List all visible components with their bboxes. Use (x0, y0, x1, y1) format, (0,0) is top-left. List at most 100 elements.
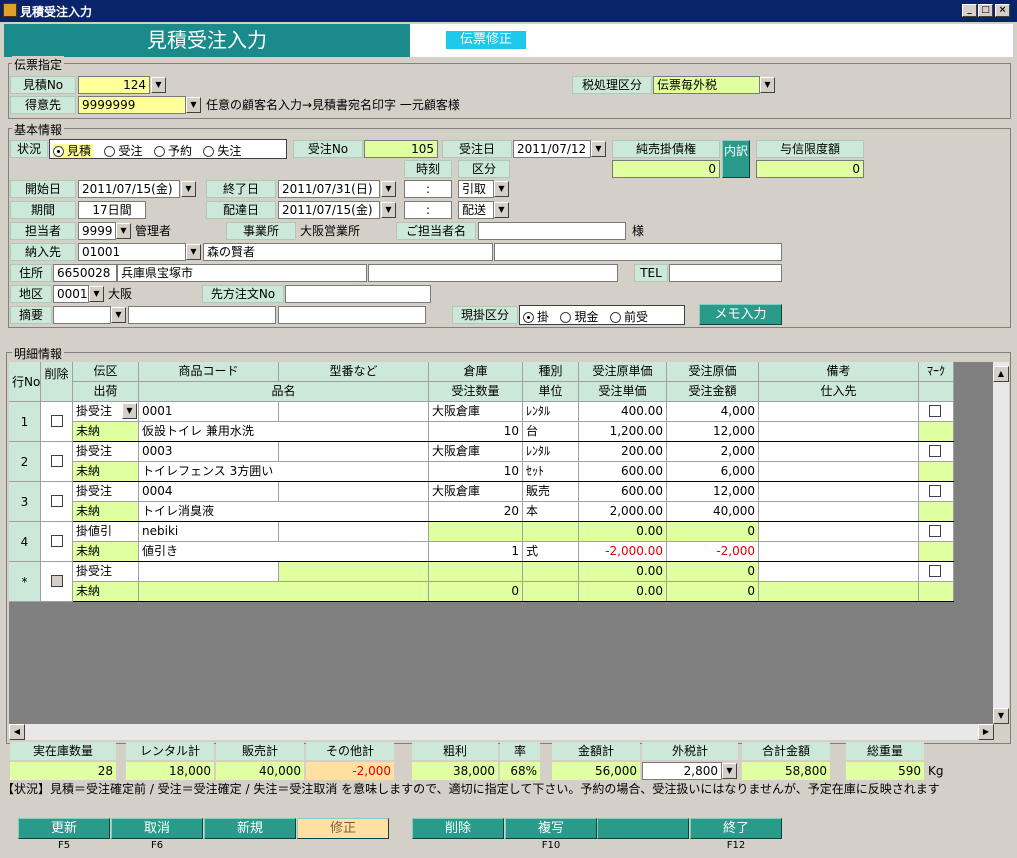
qty-cell[interactable]: 0 (429, 582, 523, 602)
tanka-cell[interactable]: 600.00 (579, 462, 667, 482)
shiiresaki-cell[interactable] (759, 422, 919, 442)
biko-cell[interactable] (759, 562, 919, 582)
tani-cell[interactable] (523, 582, 579, 602)
tanto-dropdown[interactable]: ▼ (116, 223, 131, 239)
nonyu-name-field[interactable]: 森の賢者 (203, 243, 493, 261)
gentanka-cell[interactable]: 0.00 (579, 562, 667, 582)
nonyu-dropdown[interactable]: ▼ (186, 244, 201, 260)
function-button-4[interactable]: 修正 (297, 818, 389, 839)
qty-cell[interactable]: 10 (429, 462, 523, 482)
time2-field[interactable]: : (404, 201, 452, 219)
area-code-field[interactable]: 0001 (53, 285, 89, 303)
kubun1-field[interactable]: 引取 (458, 180, 494, 198)
tekiyo2-field[interactable] (278, 306, 426, 324)
kubun2-dropdown[interactable]: ▼ (494, 202, 509, 218)
horizontal-scrollbar[interactable]: ◀ ▶ (9, 724, 994, 740)
code-cell[interactable]: nebiki (139, 522, 279, 542)
soko-cell[interactable] (429, 522, 523, 542)
tani-cell[interactable]: ｾｯﾄ (523, 462, 579, 482)
end-date-field[interactable]: 2011/07/31(日) (278, 180, 380, 198)
area-dropdown[interactable]: ▼ (89, 286, 104, 302)
code-cell[interactable]: 0001 (139, 402, 279, 422)
kataban-cell[interactable] (279, 442, 429, 462)
qty-cell[interactable]: 1 (429, 542, 523, 562)
soko-cell[interactable]: 大阪倉庫 (429, 402, 523, 422)
soko-cell[interactable]: 大阪倉庫 (429, 482, 523, 502)
gentanka-cell[interactable]: 0.00 (579, 522, 667, 542)
scroll-left-icon[interactable]: ◀ (9, 724, 25, 740)
function-button-3[interactable]: 新規 (204, 818, 296, 839)
biko-cell[interactable] (759, 482, 919, 502)
qty-cell[interactable]: 10 (429, 422, 523, 442)
tanka-cell[interactable]: 1,200.00 (579, 422, 667, 442)
tanka-cell[interactable]: 0.00 (579, 582, 667, 602)
tani-cell[interactable]: 台 (523, 422, 579, 442)
mark-checkbox[interactable] (929, 485, 941, 497)
biko-cell[interactable] (759, 402, 919, 422)
hinmei-cell[interactable]: 仮設トイレ 兼用水洗 (139, 422, 429, 442)
gotanto-field[interactable] (478, 222, 626, 240)
sotozei-field[interactable]: 2,800 (642, 762, 722, 780)
code-cell[interactable] (139, 562, 279, 582)
function-button-7[interactable] (597, 818, 689, 839)
kubun1-dropdown[interactable]: ▼ (494, 181, 509, 197)
shubetsu-cell[interactable] (523, 522, 579, 542)
haitatsu-date-field[interactable]: 2011/07/15(金) (278, 201, 380, 219)
start-date-field[interactable]: 2011/07/15(金) (78, 180, 180, 198)
tani-cell[interactable]: 式 (523, 542, 579, 562)
tax-field[interactable]: 伝票毎外税 (653, 76, 760, 94)
tekiyo-dropdown[interactable]: ▼ (111, 307, 126, 323)
address-field[interactable]: 兵庫県宝塚市 (117, 264, 367, 282)
end-date-dropdown[interactable]: ▼ (381, 181, 396, 197)
tekiyo-field[interactable] (128, 306, 276, 324)
delete-checkbox[interactable] (51, 455, 63, 467)
function-button-5[interactable]: 削除 (412, 818, 504, 839)
tel-field[interactable] (669, 264, 782, 282)
juchu-no-field[interactable]: 105 (364, 140, 438, 158)
uchiwake-button[interactable]: 内訳 (722, 140, 750, 178)
haitatsu-date-dropdown[interactable]: ▼ (381, 202, 396, 218)
function-button-8[interactable]: 終了 (690, 818, 782, 839)
time1-field[interactable]: : (404, 180, 452, 198)
denku-dropdown-icon[interactable]: ▼ (122, 403, 137, 419)
code-cell[interactable]: 0003 (139, 442, 279, 462)
maximize-button[interactable]: □ (978, 4, 993, 17)
status-option-mitsumori[interactable]: 見積 (53, 144, 94, 158)
scroll-down-icon[interactable]: ▼ (993, 708, 1009, 724)
memo-button[interactable]: メモ入力 (699, 304, 782, 325)
mark-checkbox[interactable] (929, 405, 941, 417)
genkake-option-kake[interactable]: 掛 (523, 310, 549, 324)
kubun2-field[interactable]: 配送 (458, 201, 494, 219)
status-option-juchu[interactable]: 受注 (104, 144, 142, 158)
mark-checkbox[interactable] (929, 565, 941, 577)
gentanka-cell[interactable]: 400.00 (579, 402, 667, 422)
shiiresaki-cell[interactable] (759, 502, 919, 522)
scroll-up-icon[interactable]: ▲ (993, 366, 1009, 382)
shubetsu-cell[interactable]: 販売 (523, 482, 579, 502)
sakichumon-field[interactable] (285, 285, 431, 303)
kataban-cell[interactable] (279, 522, 429, 542)
gentanka-cell[interactable]: 600.00 (579, 482, 667, 502)
genkake-option-maeuke[interactable]: 前受 (609, 310, 648, 324)
kataban-cell[interactable] (279, 562, 429, 582)
tanka-cell[interactable]: -2,000.00 (579, 542, 667, 562)
zip-field[interactable]: 6650028 (53, 264, 117, 282)
sotozei-dropdown[interactable]: ▼ (722, 763, 737, 779)
delete-checkbox[interactable] (51, 575, 63, 587)
kataban-cell[interactable] (279, 482, 429, 502)
shiiresaki-cell[interactable] (759, 462, 919, 482)
status-option-yoyaku[interactable]: 予約 (153, 144, 192, 158)
delete-checkbox[interactable] (51, 415, 63, 427)
close-button[interactable]: × (995, 4, 1010, 17)
mitsumori-no-field[interactable]: 124 (78, 76, 150, 94)
shiiresaki-cell[interactable] (759, 582, 919, 602)
denku-cell[interactable]: 掛受注 (73, 562, 139, 582)
denku-cell[interactable]: 掛値引 (73, 522, 139, 542)
mark-checkbox[interactable] (929, 525, 941, 537)
tax-dropdown[interactable]: ▼ (760, 77, 775, 93)
tokuisaki-field[interactable]: 9999999 (78, 96, 186, 114)
start-date-dropdown[interactable]: ▼ (181, 181, 196, 197)
scroll-right-icon[interactable]: ▶ (978, 724, 994, 740)
hinmei-cell[interactable]: 値引き (139, 542, 429, 562)
function-button-1[interactable]: 更新 (18, 818, 110, 839)
